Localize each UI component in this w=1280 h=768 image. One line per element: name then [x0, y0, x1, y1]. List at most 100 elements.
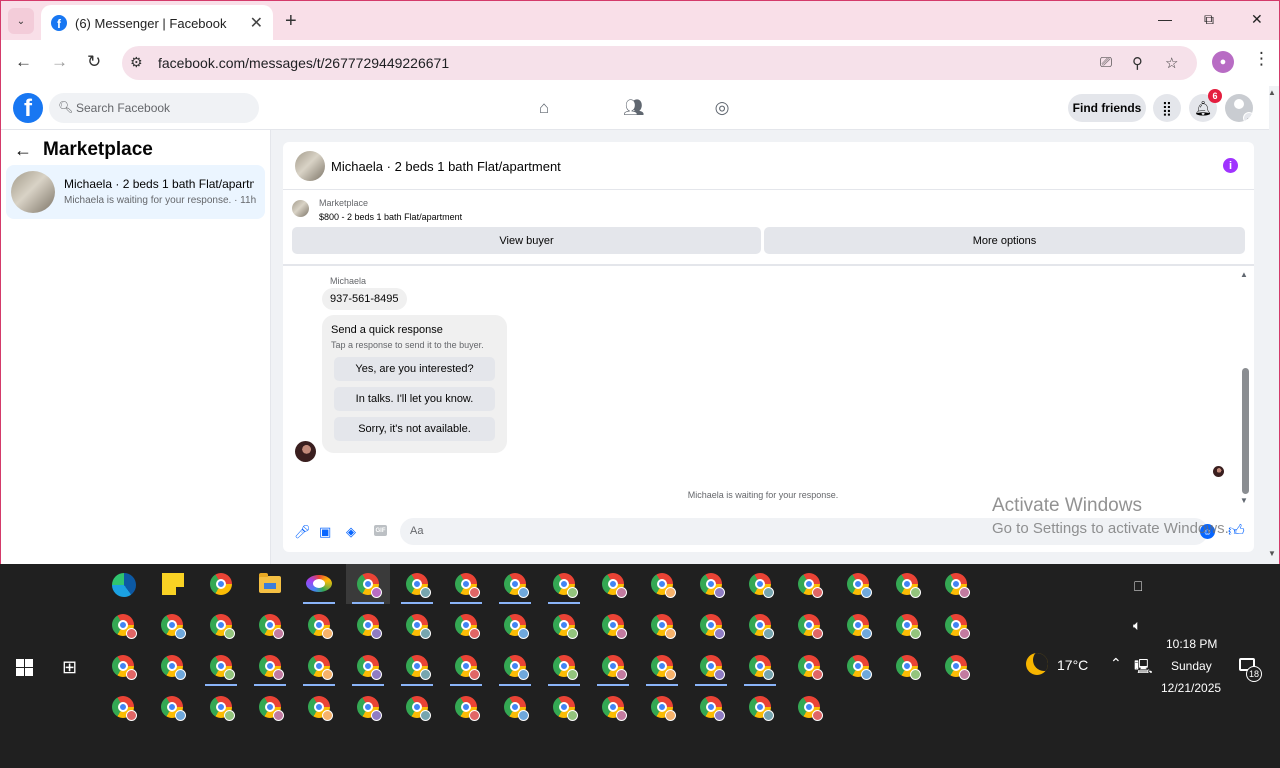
sender-avatar[interactable]: [295, 441, 316, 462]
taskbar-chrome-profile-button[interactable]: [542, 687, 586, 727]
taskbar-chrome-profile-button[interactable]: [689, 605, 733, 645]
task-view-icon[interactable]: ⊞: [62, 657, 77, 678]
taskbar-chrome-profile-button[interactable]: [640, 605, 684, 645]
taskbar-chrome-profile-button[interactable]: [689, 564, 733, 604]
scrollbar-thumb[interactable]: [1242, 368, 1249, 494]
taskbar-chrome-profile-button[interactable]: [738, 687, 782, 727]
message-bubble[interactable]: 937-561-8495: [322, 288, 407, 310]
weather-moon-icon[interactable]: [1026, 653, 1048, 675]
groups-icon[interactable]: ◎: [712, 98, 732, 118]
taskbar-chrome-profile-button[interactable]: [542, 605, 586, 645]
clock-date[interactable]: 12/21/2025: [1161, 681, 1221, 695]
listing-price-title[interactable]: $800 - 2 beds 1 bath Flat/apartment: [319, 212, 462, 222]
taskbar-chrome-profile-button[interactable]: [591, 687, 635, 727]
taskbar-chrome-profile-button[interactable]: [836, 605, 880, 645]
home-icon[interactable]: ⌂: [534, 98, 554, 118]
taskbar-chrome-profile-button[interactable]: [787, 687, 831, 727]
taskbar-chrome-profile-button[interactable]: [885, 605, 929, 645]
facebook-search-input[interactable]: 🔍︎ Search Facebook: [49, 93, 259, 123]
tab-search-dropdown-icon[interactable]: ⌄: [8, 8, 34, 34]
taskbar-chrome-profile-button[interactable]: [787, 605, 831, 645]
taskbar-chrome-profile-button[interactable]: [395, 646, 439, 686]
quick-response-not-available-button[interactable]: Sorry, it's not available.: [334, 417, 495, 441]
taskbar-chrome-profile-button[interactable]: [640, 646, 684, 686]
taskbar-chrome-profile-button[interactable]: [493, 646, 537, 686]
address-bar[interactable]: ⚙ facebook.com/messages/t/26777294492266…: [122, 46, 1197, 80]
taskbar-chrome-profile-button[interactable]: [493, 605, 537, 645]
page-scroll-up-icon[interactable]: ▲: [1268, 88, 1276, 97]
taskbar-sticky-notes-button[interactable]: [150, 564, 194, 604]
taskbar-chrome-profile-button[interactable]: [738, 564, 782, 604]
taskbar-chrome-profile-button[interactable]: [542, 646, 586, 686]
photo-attach-icon[interactable]: ▣: [319, 524, 331, 540]
scroll-down-icon[interactable]: ▼: [1240, 496, 1248, 505]
tab-close-icon[interactable]: ✕: [250, 13, 263, 33]
minimize-button[interactable]: —: [1158, 11, 1172, 27]
info-icon[interactable]: i: [1223, 158, 1238, 173]
view-buyer-button[interactable]: View buyer: [292, 227, 761, 254]
taskbar-chrome-profile-button[interactable]: [836, 646, 880, 686]
install-app-icon[interactable]: ⎚: [1100, 54, 1112, 71]
taskbar-chrome-profile-button[interactable]: [787, 564, 831, 604]
browser-profile-icon[interactable]: ●: [1212, 51, 1234, 73]
taskbar-edge-button[interactable]: [101, 564, 145, 604]
more-options-button[interactable]: More options: [764, 227, 1245, 254]
taskbar-chrome-profile-button[interactable]: [248, 687, 292, 727]
taskbar-chrome-profile-button[interactable]: [640, 564, 684, 604]
taskbar-chrome-profile-button[interactable]: [346, 605, 390, 645]
maximize-button[interactable]: ⧉: [1204, 11, 1214, 28]
find-friends-button[interactable]: Find friends: [1068, 94, 1146, 122]
taskbar-chrome-profile-button[interactable]: [199, 605, 243, 645]
taskbar-chrome-profile-button[interactable]: [689, 687, 733, 727]
taskbar-paint-button[interactable]: [297, 564, 341, 604]
taskbar-chrome-profile-button[interactable]: [885, 646, 929, 686]
taskbar-chrome-profile-button[interactable]: [199, 646, 243, 686]
taskbar-chrome-profile-button[interactable]: [101, 605, 145, 645]
taskbar-chrome-profile-button[interactable]: [395, 605, 439, 645]
thumbs-up-icon[interactable]: 👍︎: [1228, 522, 1245, 541]
conversation-list-item[interactable]: Michaela · 2 beds 1 bath Flat/apartment …: [6, 165, 265, 219]
taskbar-chrome-profile-button[interactable]: [346, 687, 390, 727]
taskbar-chrome-profile-button[interactable]: [591, 564, 635, 604]
browser-tab-messenger[interactable]: f (6) Messenger | Facebook ✕: [41, 5, 273, 41]
bookmark-star-icon[interactable]: ☆: [1165, 54, 1178, 72]
taskbar-chrome-profile-button[interactable]: [297, 687, 341, 727]
new-tab-button[interactable]: +: [285, 10, 297, 33]
back-arrow-icon[interactable]: ←: [14, 140, 32, 161]
taskbar-chrome-profile-button[interactable]: [640, 687, 684, 727]
taskbar-chrome-profile-button[interactable]: [150, 687, 194, 727]
taskbar-chrome-profile-button[interactable]: [689, 646, 733, 686]
microphone-icon[interactable]: 🎤︎: [294, 524, 311, 540]
windows-start-icon[interactable]: [16, 659, 33, 676]
back-arrow-icon[interactable]: ←: [15, 52, 32, 72]
taskbar-chrome-profile-button[interactable]: [346, 564, 390, 604]
taskbar-chrome-profile-button[interactable]: [395, 687, 439, 727]
taskbar-chrome-profile-button[interactable]: [248, 605, 292, 645]
taskbar-chrome-profile-button[interactable]: [101, 687, 145, 727]
taskbar-chrome-profile-button[interactable]: [444, 605, 488, 645]
show-hidden-icons-icon[interactable]: ⌃: [1110, 655, 1122, 672]
taskbar-chrome-profile-button[interactable]: [738, 646, 782, 686]
chat-title[interactable]: Michaela · 2 beds 1 bath Flat/apartment: [331, 159, 561, 174]
weather-temperature[interactable]: 17°C: [1057, 657, 1088, 673]
taskbar-chrome-profile-button[interactable]: [493, 687, 537, 727]
friends-icon[interactable]: 👥︎: [623, 98, 645, 118]
page-scroll-down-icon[interactable]: ▼: [1268, 549, 1276, 558]
taskbar-file-explorer-button[interactable]: [248, 564, 292, 604]
gif-icon[interactable]: GIF: [374, 525, 387, 536]
taskbar-chrome-profile-button[interactable]: [836, 564, 880, 604]
taskbar-chrome-profile-button[interactable]: [934, 564, 978, 604]
taskbar-chrome-profile-button[interactable]: [934, 605, 978, 645]
taskbar-chrome-profile-button[interactable]: [591, 605, 635, 645]
chat-listing-thumbnail[interactable]: [295, 151, 325, 181]
taskbar-chrome-profile-button[interactable]: [493, 564, 537, 604]
scroll-up-icon[interactable]: ▲: [1240, 270, 1248, 279]
clock-time[interactable]: 10:18 PM: [1166, 637, 1217, 651]
taskbar-chrome-profile-button[interactable]: [199, 687, 243, 727]
taskbar-chrome-profile-button[interactable]: [297, 646, 341, 686]
zoom-icon[interactable]: ⚲: [1132, 54, 1143, 72]
taskbar-chrome-profile-button[interactable]: [738, 605, 782, 645]
taskbar-chrome-profile-button[interactable]: [101, 646, 145, 686]
taskbar-chrome-profile-button[interactable]: [444, 646, 488, 686]
account-avatar[interactable]: ⌄: [1225, 94, 1253, 122]
